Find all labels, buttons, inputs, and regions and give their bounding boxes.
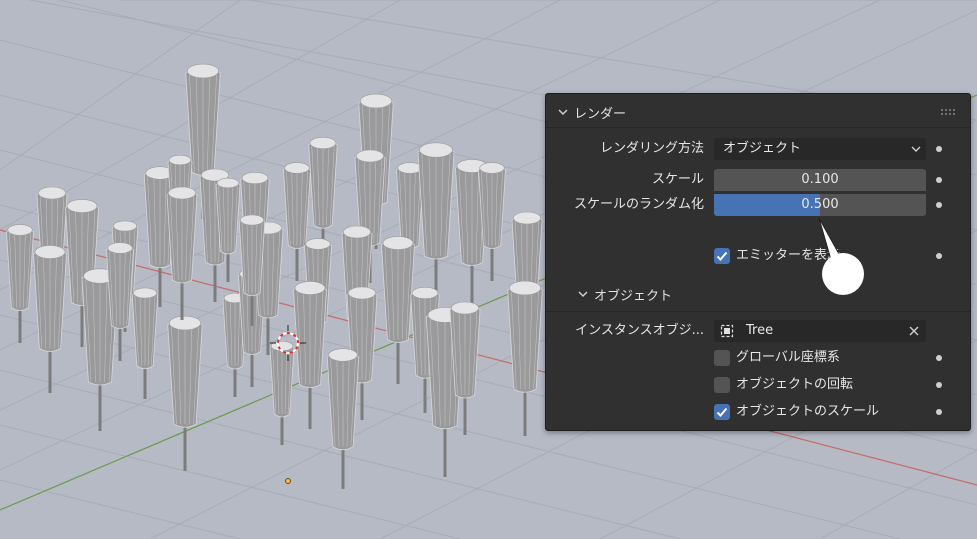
show-emitter-checkbox[interactable] [714, 248, 730, 264]
scale-label: スケール [651, 172, 704, 187]
scale-field[interactable]: 0.100 [714, 169, 926, 191]
instance-object-field[interactable]: Tree [714, 320, 926, 342]
mouse-cursor-icon [818, 217, 864, 295]
scale-random-row: スケールのランダム化 0.500 [546, 193, 970, 217]
chevron-down-icon [578, 291, 588, 298]
object-rotation-row: オブジェクトの回転 [546, 373, 970, 397]
object-origin [285, 478, 291, 484]
chevron-down-icon [558, 109, 568, 116]
show-emitter-row: エミッターを表示 [546, 244, 970, 268]
render-section-title: レンダー [574, 106, 627, 122]
global-coords-checkbox[interactable] [714, 350, 730, 366]
tree-instance [507, 280, 543, 436]
scale-random-label: スケールのランダム化 [573, 197, 704, 212]
animate-dot-icon[interactable] [936, 177, 942, 183]
scale-random-value: 0.500 [801, 197, 839, 212]
close-icon[interactable] [909, 326, 919, 336]
drag-grip-icon[interactable] [940, 108, 956, 116]
tree-instance [166, 186, 198, 320]
animate-dot-icon[interactable] [936, 253, 942, 259]
render-as-dropdown[interactable]: オブジェクト [714, 138, 926, 160]
instance-object-value: Tree [746, 323, 774, 338]
instance-object-label: インスタンスオブジ... [575, 323, 704, 338]
checkmark-icon [716, 407, 728, 417]
scale-random-slider[interactable]: 0.500 [714, 194, 926, 216]
render-as-row: レンダリング方法 オブジェクト [546, 137, 970, 161]
tree-instance [269, 340, 295, 445]
object-rotation-label: オブジェクトの回転 [736, 377, 854, 392]
tree-instance [381, 236, 415, 384]
tree-instance [33, 245, 67, 393]
object-scale-label: オブジェクトのスケール [736, 404, 880, 419]
animate-dot-icon[interactable] [936, 409, 942, 415]
tree-instance [131, 287, 159, 399]
scale-value: 0.100 [801, 172, 839, 187]
tree-instance [167, 315, 203, 471]
object-scale-row: オブジェクトのスケール [546, 400, 970, 424]
tree-instance [6, 224, 34, 343]
tree-instance [478, 162, 506, 281]
dropdown-arrow-icon [911, 146, 921, 152]
animate-dot-icon[interactable] [936, 382, 942, 388]
scale-row: スケール 0.100 [546, 168, 970, 192]
animate-dot-icon[interactable] [936, 355, 942, 361]
animate-dot-icon[interactable] [936, 146, 942, 152]
global-coords-row: グローバル座標系 [546, 346, 970, 370]
tree-instances [6, 63, 543, 489]
render-as-value: オブジェクト [723, 141, 802, 156]
tree-instance [417, 142, 455, 305]
object-icon [720, 324, 734, 338]
tree-instance [215, 177, 241, 282]
object-subpanel-header[interactable]: オブジェクト [576, 283, 672, 305]
subpanel-divider [546, 311, 970, 312]
instance-object-row: インスタンスオブジ... Tree [546, 319, 970, 343]
object-rotation-checkbox[interactable] [714, 377, 730, 393]
render-section-header[interactable]: レンダー [556, 101, 626, 123]
checkmark-icon [716, 251, 728, 261]
object-subpanel-title: オブジェクト [594, 288, 673, 304]
particle-render-panel: レンダー レンダリング方法 オブジェクト スケール 0.100 スケールのランダ… [545, 93, 971, 431]
render-as-label: レンダリング方法 [599, 141, 704, 156]
header-divider [546, 127, 970, 128]
global-coords-label: グローバル座標系 [736, 350, 840, 365]
object-scale-checkbox[interactable] [714, 404, 730, 420]
tree-instance [293, 281, 327, 429]
tree-instance [326, 348, 360, 489]
animate-dot-icon[interactable] [936, 202, 942, 208]
